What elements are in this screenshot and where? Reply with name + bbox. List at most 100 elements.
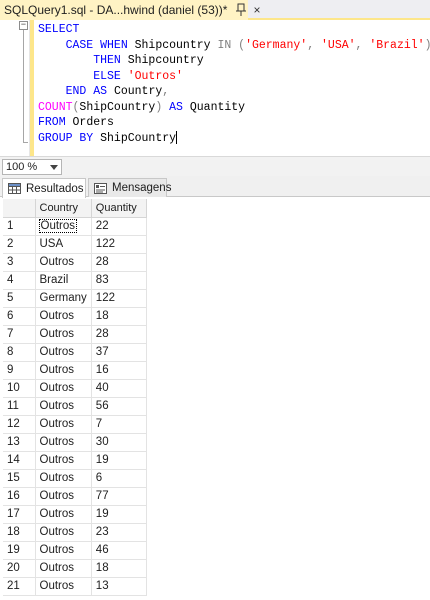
table-row[interactable]: 6 Outros 18	[3, 307, 147, 326]
cell-quantity[interactable]: 19	[91, 505, 147, 524]
cell-quantity[interactable]: 18	[91, 307, 147, 326]
row-number[interactable]: 11	[3, 397, 36, 416]
cell-quantity[interactable]: 19	[91, 451, 147, 470]
code-line[interactable]: CASE WHEN Shipcountry IN ('Germany', 'US…	[38, 38, 430, 53]
cell-quantity[interactable]: 7	[91, 415, 147, 434]
cell-country[interactable]: Outros	[35, 415, 92, 434]
cell-quantity[interactable]: 23	[91, 523, 147, 542]
pin-icon[interactable]	[235, 3, 247, 17]
table-row[interactable]: 13 Outros 30	[3, 433, 147, 452]
table-row[interactable]: 20 Outros 18	[3, 559, 147, 578]
cell-quantity[interactable]: 28	[91, 325, 147, 344]
grid-corner[interactable]	[3, 199, 36, 218]
document-tab[interactable]: SQLQuery1.sql - DA...hwind (daniel (53))…	[0, 0, 260, 20]
tab-results[interactable]: Resultados	[2, 178, 86, 198]
code-line[interactable]: END AS Country,	[38, 84, 170, 99]
cell-country[interactable]: Outros	[35, 217, 92, 236]
row-number[interactable]: 21	[3, 577, 36, 596]
row-number[interactable]: 2	[3, 235, 36, 254]
cell-country[interactable]: Outros	[35, 361, 92, 380]
cell-quantity[interactable]: 40	[91, 379, 147, 398]
table-row[interactable]: 2 USA 122	[3, 235, 147, 254]
row-number[interactable]: 7	[3, 325, 36, 344]
zoom-dropdown[interactable]: 100 %	[2, 159, 62, 175]
row-number[interactable]: 6	[3, 307, 36, 326]
code-line[interactable]: FROM Orders	[38, 115, 114, 130]
row-number[interactable]: 18	[3, 523, 36, 542]
table-row[interactable]: 19 Outros 46	[3, 541, 147, 560]
cell-quantity[interactable]: 30	[91, 433, 147, 452]
row-number[interactable]: 14	[3, 451, 36, 470]
cell-quantity[interactable]: 6	[91, 469, 147, 488]
row-number[interactable]: 20	[3, 559, 36, 578]
cell-country[interactable]: Outros	[35, 541, 92, 560]
cell-country[interactable]: Outros	[35, 523, 92, 542]
cell-country[interactable]: Outros	[35, 577, 92, 596]
table-row[interactable]: 18 Outros 23	[3, 523, 147, 542]
table-row[interactable]: 8 Outros 37	[3, 343, 147, 362]
row-number[interactable]: 13	[3, 433, 36, 452]
cell-country[interactable]: Brazil	[35, 271, 92, 290]
row-number[interactable]: 5	[3, 289, 36, 308]
code-line[interactable]: GROUP BY ShipCountry	[38, 130, 178, 146]
tab-messages[interactable]: Mensagens	[88, 178, 171, 197]
cell-quantity[interactable]: 77	[91, 487, 147, 506]
code-line[interactable]: THEN Shipcountry	[38, 53, 203, 68]
cell-quantity[interactable]: 37	[91, 343, 147, 362]
cell-country[interactable]: Outros	[35, 505, 92, 524]
results-grid[interactable]: Country Quantity 1 Outros 22 2 USA 122 3 Outros…	[3, 199, 147, 596]
cell-country[interactable]: Outros	[35, 487, 92, 506]
code-line[interactable]: ELSE 'Outros'	[38, 69, 183, 84]
row-number[interactable]: 10	[3, 379, 36, 398]
table-row[interactable]: 4 Brazil 83	[3, 271, 147, 290]
cell-country[interactable]: USA	[35, 235, 92, 254]
cell-quantity[interactable]: 16	[91, 361, 147, 380]
table-row[interactable]: 1 Outros 22	[3, 217, 147, 236]
cell-country[interactable]: Germany	[35, 289, 92, 308]
cell-quantity[interactable]: 56	[91, 397, 147, 416]
cell-quantity[interactable]: 13	[91, 577, 147, 596]
cell-quantity[interactable]: 122	[91, 235, 147, 254]
cell-quantity[interactable]: 22	[91, 217, 147, 236]
table-row[interactable]: 7 Outros 28	[3, 325, 147, 344]
cell-country[interactable]: Outros	[35, 433, 92, 452]
cell-country[interactable]: Outros	[35, 451, 92, 470]
column-header-quantity[interactable]: Quantity	[91, 199, 147, 218]
table-row[interactable]: 16 Outros 77	[3, 487, 147, 506]
cell-quantity[interactable]: 28	[91, 253, 147, 272]
cell-country[interactable]: Outros	[35, 379, 92, 398]
table-row[interactable]: 5 Germany 122	[3, 289, 147, 308]
query-editor[interactable]: − SELECT CASE WHEN Shipcountry IN ('Germ…	[0, 20, 430, 156]
row-number[interactable]: 3	[3, 253, 36, 272]
cell-country[interactable]: Outros	[35, 307, 92, 326]
cell-quantity[interactable]: 18	[91, 559, 147, 578]
row-number[interactable]: 19	[3, 541, 36, 560]
row-number[interactable]: 9	[3, 361, 36, 380]
table-row[interactable]: 14 Outros 19	[3, 451, 147, 470]
row-number[interactable]: 16	[3, 487, 36, 506]
cell-country[interactable]: Outros	[35, 397, 92, 416]
row-number[interactable]: 15	[3, 469, 36, 488]
cell-country[interactable]: Outros	[35, 253, 92, 272]
collapse-toggle-icon[interactable]: −	[19, 21, 28, 30]
column-header-country[interactable]: Country	[35, 199, 92, 218]
table-row[interactable]: 17 Outros 19	[3, 505, 147, 524]
row-number[interactable]: 17	[3, 505, 36, 524]
row-number[interactable]: 1	[3, 217, 36, 236]
row-number[interactable]: 12	[3, 415, 36, 434]
cell-quantity[interactable]: 83	[91, 271, 147, 290]
table-row[interactable]: 10 Outros 40	[3, 379, 147, 398]
table-row[interactable]: 3 Outros 28	[3, 253, 147, 272]
table-row[interactable]: 11 Outros 56	[3, 397, 147, 416]
table-row[interactable]: 21 Outros 13	[3, 577, 147, 596]
cell-quantity[interactable]: 46	[91, 541, 147, 560]
table-row[interactable]: 12 Outros 7	[3, 415, 147, 434]
table-row[interactable]: 15 Outros 6	[3, 469, 147, 488]
cell-country[interactable]: Outros	[35, 469, 92, 488]
cell-country[interactable]: Outros	[35, 559, 92, 578]
cell-country[interactable]: Outros	[35, 325, 92, 344]
table-row[interactable]: 9 Outros 16	[3, 361, 147, 380]
code-line[interactable]: COUNT(ShipCountry) AS Quantity	[38, 100, 245, 115]
row-number[interactable]: 8	[3, 343, 36, 362]
code-line[interactable]: SELECT	[38, 22, 79, 37]
